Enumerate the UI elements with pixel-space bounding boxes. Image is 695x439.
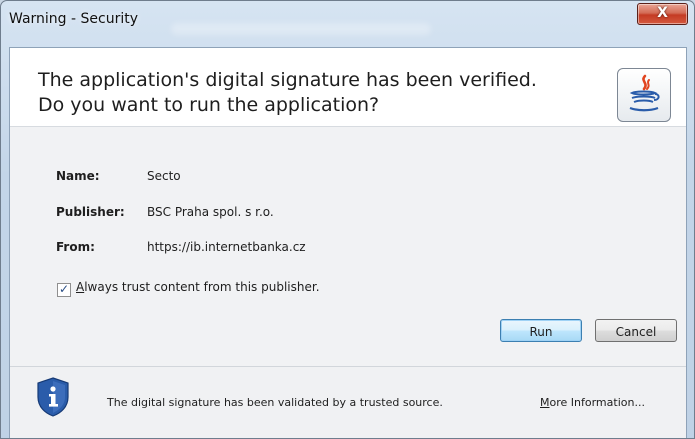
signature-validated-text: The digital signature has been validated… xyxy=(107,396,443,409)
dialog-header: The application's digital signature has … xyxy=(10,48,686,126)
more-information-link[interactable]: More Information... xyxy=(540,396,645,409)
always-trust-label-text: lways trust content from this publisher. xyxy=(84,280,320,294)
name-value: Secto xyxy=(147,169,181,183)
security-warning-dialog: Warning - Security X The application's d… xyxy=(0,0,695,439)
close-button[interactable]: X xyxy=(637,3,688,25)
window-title: Warning - Security xyxy=(9,11,139,27)
close-icon: X xyxy=(657,5,668,21)
info-shield-icon xyxy=(36,377,70,417)
checkmark-icon: ✓ xyxy=(59,282,70,296)
publisher-label: Publisher: xyxy=(56,205,125,219)
title-bar-glow xyxy=(171,23,431,35)
always-trust-label[interactable]: Always trust content from this publisher… xyxy=(76,280,320,294)
details-panel: Name: Secto Publisher: BSC Praha spol. s… xyxy=(10,126,686,367)
from-label: From: xyxy=(56,240,95,254)
more-information-text: ore Information... xyxy=(549,396,645,409)
always-trust-checkbox[interactable]: ✓ xyxy=(57,282,71,297)
run-button[interactable]: Run xyxy=(500,319,582,342)
headline-line-1: The application's digital signature has … xyxy=(38,69,537,91)
footer-panel: The digital signature has been validated… xyxy=(10,366,686,438)
publisher-value: BSC Praha spol. s r.o. xyxy=(147,205,274,219)
title-bar[interactable]: Warning - Security X xyxy=(1,1,694,46)
always-trust-accelerator: A xyxy=(76,280,85,294)
cancel-button[interactable]: Cancel xyxy=(595,319,677,342)
headline: The application's digital signature has … xyxy=(38,68,598,118)
headline-line-2: Do you want to run the application? xyxy=(38,94,380,116)
more-information-accelerator: M xyxy=(540,396,550,409)
dialog-client-area: The application's digital signature has … xyxy=(9,47,687,438)
name-label: Name: xyxy=(56,169,100,183)
from-value: https://ib.internetbanka.cz xyxy=(147,240,306,254)
java-icon xyxy=(617,68,671,122)
